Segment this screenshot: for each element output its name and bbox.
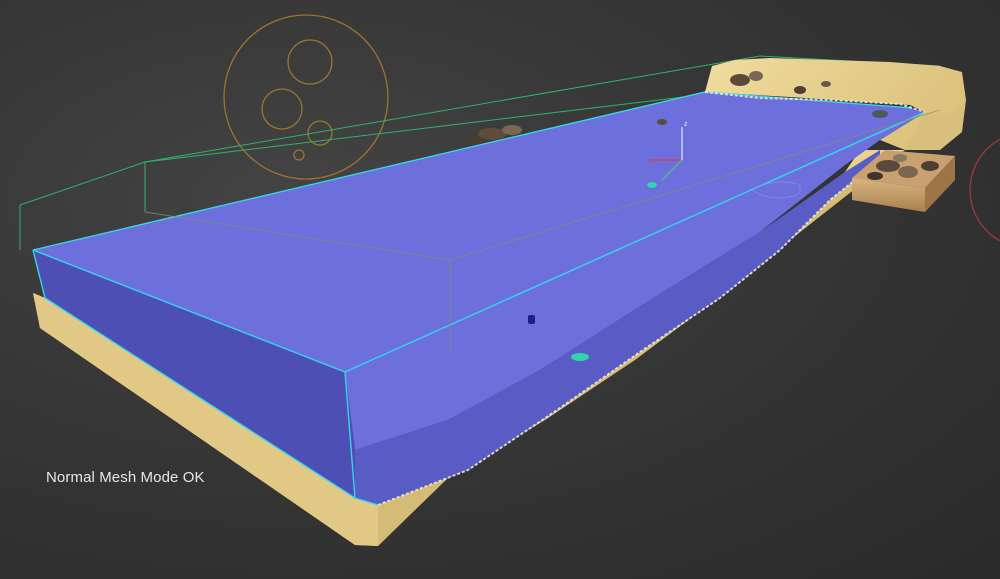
emitter-ring-large xyxy=(287,39,333,85)
rock xyxy=(821,81,831,87)
rock xyxy=(468,136,484,144)
perspective-viewport[interactable]: x z Normal Mesh Mode OK xyxy=(0,0,1000,579)
viewport-status-text: Normal Mesh Mode OK xyxy=(46,469,205,486)
rock xyxy=(730,74,750,86)
rock xyxy=(893,154,907,162)
rock xyxy=(898,166,918,178)
kayak-prop xyxy=(571,353,589,361)
green-marker xyxy=(647,182,657,188)
rock xyxy=(749,71,763,81)
small-rock-prop xyxy=(657,119,667,125)
emitter-ring-tiny xyxy=(293,149,305,161)
rock xyxy=(794,86,806,94)
particle-emitter-helper[interactable] xyxy=(223,14,389,180)
gizmo-z-label: z xyxy=(684,121,688,128)
buoy-prop xyxy=(528,315,535,324)
viewport-scene[interactable]: x z xyxy=(0,0,1000,579)
gizmo-x-label: x xyxy=(648,158,652,165)
rock xyxy=(872,110,888,118)
light-helper-circle[interactable] xyxy=(969,132,1000,248)
emitter-ring-medium xyxy=(261,88,303,130)
rock xyxy=(876,160,900,172)
rock xyxy=(502,125,522,135)
rock xyxy=(867,172,883,180)
emitter-outer-ring xyxy=(223,14,389,180)
rock xyxy=(921,161,939,171)
